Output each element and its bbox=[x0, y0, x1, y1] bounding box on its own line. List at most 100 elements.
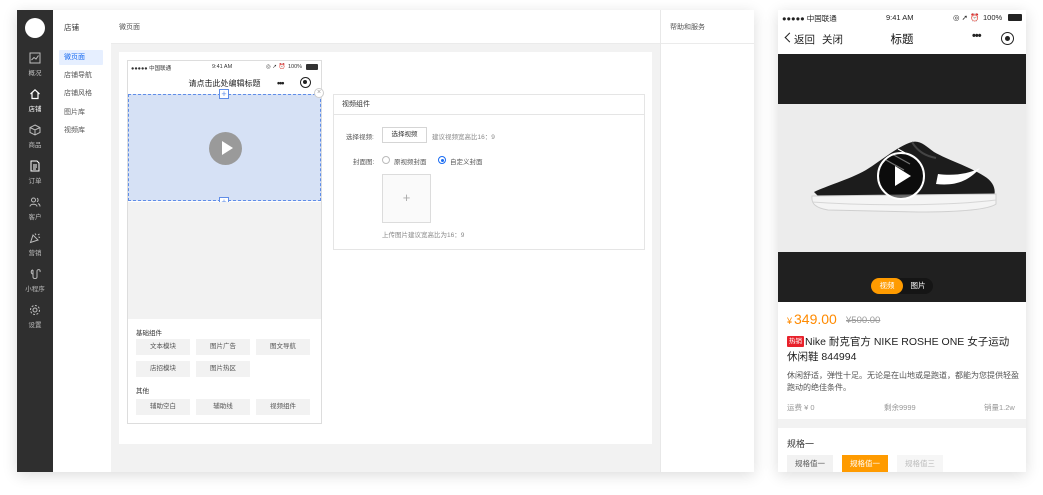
capsule-close-icon[interactable] bbox=[1001, 32, 1014, 45]
status-time: 9:41 AM bbox=[886, 13, 914, 22]
battery-text: 100% bbox=[288, 64, 303, 70]
carrier-text: ●●●●● 中国联通 bbox=[131, 66, 172, 72]
subnav-item-store-nav[interactable]: 店铺导航 bbox=[59, 68, 103, 83]
screen: 概况 店铺 商品 订单 客户 营销 小程序 设置 店铺 微页面 店铺导航 店铺风… bbox=[0, 0, 1043, 495]
sidebar-item-store[interactable]: 店铺 bbox=[17, 88, 53, 118]
mini-program-icon bbox=[30, 269, 41, 279]
spec-option-selected[interactable]: 规格值一 bbox=[842, 455, 888, 472]
product-description: 休闲舒适，弹性十足。无论是在山地或是跑道，都能为您提供轻盈跑动的绝佳条件。 bbox=[787, 371, 1019, 392]
spec-selector: 规格一 规格值一 规格值一 规格值三 bbox=[778, 428, 1026, 472]
video-settings-panel: 视频组件 选择视频: 选择视频 建议视频宽高比16：9 封面图: 原视频封面 自… bbox=[333, 94, 645, 250]
subnav-item-image-library[interactable]: 图片库 bbox=[59, 105, 103, 120]
sidebar-item-goods[interactable]: 商品 bbox=[17, 124, 53, 154]
editable-page-title[interactable]: 请点击此处编辑标题 bbox=[128, 78, 321, 89]
price-currency: ¥ bbox=[787, 316, 793, 326]
spec-option-disabled: 规格值三 bbox=[897, 455, 943, 472]
stock-count: 剩余9999 bbox=[884, 403, 916, 412]
sidebar-item-label: 店铺 bbox=[28, 106, 42, 113]
basic-components-title: 基础组件 bbox=[136, 330, 162, 337]
tab-video[interactable]: 视频 bbox=[871, 278, 903, 294]
video-component-placeholder[interactable] bbox=[128, 94, 321, 201]
divider-line-button[interactable]: 辅助线 bbox=[196, 399, 250, 415]
editor-canvas: ●●●●● 中国联通 9:41 AM ◎ ➚ ⏰ 100% 请点击此处编辑标题 … bbox=[119, 52, 652, 444]
users-icon bbox=[29, 197, 41, 207]
select-video-label: 选择视频: bbox=[346, 134, 374, 141]
carrier-text: ●●●●● 中国联通 bbox=[782, 14, 837, 23]
play-video-icon[interactable] bbox=[877, 152, 925, 200]
logo-avatar[interactable] bbox=[25, 18, 45, 38]
video-settings-header: 视频组件 bbox=[334, 95, 644, 115]
status-icons: ◎ ➚ ⏰ bbox=[953, 13, 980, 22]
original-cover-label[interactable]: 原视频封面 bbox=[394, 156, 427, 166]
radio-original-cover[interactable] bbox=[382, 156, 390, 164]
battery-icon bbox=[306, 64, 318, 70]
other-components-title: 其他 bbox=[136, 388, 149, 395]
spacer-button[interactable]: 辅助空白 bbox=[136, 399, 190, 415]
sidebar-item-customers[interactable]: 客户 bbox=[17, 196, 53, 226]
cover-label: 封面图: bbox=[353, 159, 375, 166]
main-sidebar: 概况 店铺 商品 订单 客户 营销 小程序 设置 bbox=[17, 10, 53, 472]
media-switch: 视频 图片 bbox=[871, 278, 933, 294]
sidebar-item-label: 客户 bbox=[28, 214, 42, 221]
admin-window: 概况 店铺 商品 订单 客户 营销 小程序 设置 店铺 微页面 店铺导航 店铺风… bbox=[17, 10, 754, 472]
subnav-item-store-style[interactable]: 店铺风格 bbox=[59, 86, 103, 101]
status-icons: ◎ ➚ ⏰ bbox=[266, 64, 286, 70]
price: 349.00 bbox=[794, 311, 837, 327]
sidebar-item-mini-program[interactable]: 小程序 bbox=[17, 268, 53, 298]
custom-cover-label[interactable]: 自定义封面 bbox=[450, 156, 483, 166]
subnav-item-micro-page[interactable]: 微页面 bbox=[59, 50, 103, 65]
mobile-page-title: 标题 bbox=[890, 34, 914, 46]
help-title[interactable]: 帮助和服务 bbox=[670, 22, 705, 32]
more-dots-icon[interactable]: ••• bbox=[972, 30, 982, 42]
sidebar-item-label: 营销 bbox=[28, 250, 42, 257]
component-palette: 基础组件 文本模块 图片广告 图文导航 店招模块 图片热区 其他 辅助空白 辅助… bbox=[128, 319, 321, 423]
mobile-preview: ●●●●● 中国联通 9:41 AM ◎ ➚ ⏰ 100% 返回 关闭 标题 •… bbox=[778, 10, 1026, 472]
empty-canvas-area bbox=[128, 202, 321, 319]
sidebar-item-settings[interactable]: 设置 bbox=[17, 304, 53, 334]
sales-count: 销量1.2w bbox=[984, 403, 1015, 412]
select-video-button[interactable]: 选择视频 bbox=[382, 127, 427, 143]
editor-phone-preview: ●●●●● 中国联通 9:41 AM ◎ ➚ ⏰ 100% 请点击此处编辑标题 … bbox=[127, 60, 324, 424]
product-info: ¥ 349.00 ¥500.00 Nike 耐克官方 NIKE ROSHE ON… bbox=[778, 302, 1026, 419]
more-dots-icon: ••• bbox=[277, 78, 285, 88]
store-subnav: 店铺 微页面 店铺导航 店铺风格 图片库 视频库 bbox=[53, 10, 111, 472]
status-time: 9:41 AM bbox=[212, 64, 233, 70]
store-sign-button[interactable]: 店招模块 bbox=[136, 361, 190, 377]
delete-component-icon[interactable]: × bbox=[314, 88, 324, 98]
sidebar-item-label: 概况 bbox=[28, 70, 42, 77]
subnav-item-video-library[interactable]: 视频库 bbox=[59, 123, 103, 138]
product-name: Nike 耐克官方 NIKE ROSHE ONE 女子运动休闲鞋 844994 bbox=[787, 336, 1010, 363]
help-panel: 帮助和服务 bbox=[660, 10, 754, 472]
image-text-nav-button[interactable]: 图文导航 bbox=[256, 339, 310, 355]
gear-icon bbox=[30, 305, 40, 315]
text-module-button[interactable]: 文本模块 bbox=[136, 339, 190, 355]
add-above-icon[interactable]: + bbox=[219, 89, 229, 99]
megaphone-icon bbox=[29, 233, 41, 244]
subnav-title: 店铺 bbox=[64, 23, 79, 32]
sidebar-item-marketing[interactable]: 营销 bbox=[17, 232, 53, 262]
editor-status-bar: ●●●●● 中国联通 9:41 AM ◎ ➚ ⏰ 100% bbox=[128, 61, 321, 73]
spec-option[interactable]: 规格值一 bbox=[787, 455, 833, 472]
battery-text: 100% bbox=[983, 13, 1003, 22]
upload-hint: 上传图片建议宽高比为16：9 bbox=[382, 232, 465, 239]
box-icon bbox=[29, 124, 41, 136]
battery-icon bbox=[1008, 14, 1022, 21]
play-icon bbox=[209, 132, 242, 165]
chart-icon bbox=[29, 52, 41, 64]
upload-cover-button[interactable]: + bbox=[382, 174, 431, 223]
tab-images[interactable]: 图片 bbox=[903, 278, 933, 294]
document-icon bbox=[30, 160, 40, 172]
radio-custom-cover[interactable] bbox=[438, 156, 446, 164]
image-ad-button[interactable]: 图片广告 bbox=[196, 339, 250, 355]
shipping-fee: 运费 ¥ 0 bbox=[787, 403, 815, 412]
image-hotspot-button[interactable]: 图片热区 bbox=[196, 361, 250, 377]
page-header: 微页面 bbox=[111, 10, 660, 44]
sidebar-item-overview[interactable]: 概况 bbox=[17, 52, 53, 82]
page-title: 微页面 bbox=[119, 24, 140, 31]
select-video-hint: 建议视频宽高比16：9 bbox=[432, 134, 495, 141]
hot-sale-badge: 热销 bbox=[787, 336, 804, 347]
video-component-button[interactable]: 视频组件 bbox=[256, 399, 310, 415]
sidebar-item-label: 设置 bbox=[28, 322, 42, 329]
sidebar-item-orders[interactable]: 订单 bbox=[17, 160, 53, 190]
spec-title: 规格一 bbox=[787, 439, 815, 449]
